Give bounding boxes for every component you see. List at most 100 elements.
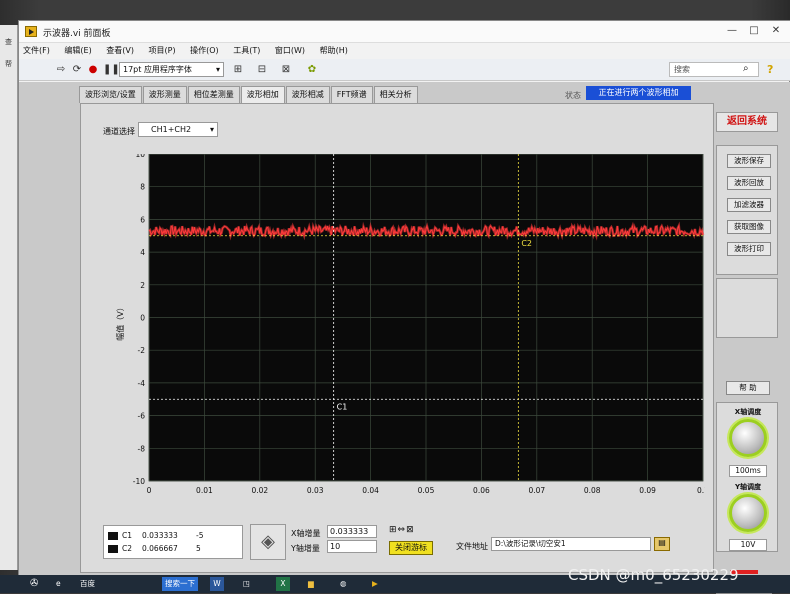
minimize-button[interactable]: —	[725, 25, 739, 37]
menu-edit[interactable]: 编辑(E)	[64, 43, 91, 59]
waveform-chart[interactable]: 幅值（V） 10 8 6 4 2 0 -2 -4 -6 -8 -10 0 0.01 0.02 0.03 0.…	[101, 154, 705, 518]
x-tick-label: 0.01	[196, 486, 213, 495]
x-scale-knob[interactable]	[729, 419, 767, 457]
ie-icon[interactable]: e	[56, 577, 61, 591]
tab-fft[interactable]: FFT频谱	[330, 86, 373, 103]
menu-file[interactable]: 文件(F)	[23, 43, 50, 59]
y-knob-label: Y轴调度	[734, 483, 762, 491]
tab-phase-measure[interactable]: 相位差测量	[187, 86, 240, 103]
tab-correlation[interactable]: 相关分析	[373, 86, 418, 103]
cursor-x: 0.066667	[142, 544, 178, 553]
status-indicator: 正在进行两个波形相加	[586, 86, 691, 100]
cursor-y: -5	[196, 531, 204, 540]
labview-window: 示波器.vi 前面板 — □ ✕ 文件(F) 编辑(E) 查看(V) 项目(P)…	[18, 20, 790, 594]
labview-taskbar-icon[interactable]: ▶	[372, 577, 378, 591]
return-system-button[interactable]: 返回系统	[716, 112, 778, 132]
x-tick-label: 0.04	[362, 486, 379, 495]
add-filter-button[interactable]: 加滤波器	[727, 198, 771, 212]
x-tick-label: 0.08	[584, 486, 601, 495]
watermark: CSDN @m0_65230229	[568, 566, 739, 584]
help-button[interactable]: 帮 助	[726, 381, 770, 395]
x-tick-label: 0.07	[528, 486, 545, 495]
y-scale-knob[interactable]	[729, 494, 767, 532]
playback-waveform-button[interactable]: 波形回放	[727, 176, 771, 190]
x-tick-label: 0	[147, 486, 152, 495]
channel-select[interactable]: CH1+CH2	[138, 122, 218, 137]
labview-app-icon	[25, 26, 37, 37]
x-tick-label: 0.09	[639, 486, 656, 495]
x-tick-label: 0.06	[473, 486, 490, 495]
capture-image-button[interactable]: 获取图像	[727, 220, 771, 234]
background-window-strip: 查 帮	[0, 25, 18, 570]
y-tick-label: 6	[140, 215, 145, 224]
print-waveform-button[interactable]: 波形打印	[727, 242, 771, 256]
search-icon[interactable]: ⌕	[743, 63, 749, 74]
menu-window[interactable]: 窗口(W)	[275, 43, 305, 59]
window-title: 示波器.vi 前面板	[43, 29, 111, 39]
font-selector[interactable]: 17pt 应用程序字体	[119, 62, 224, 77]
run-arrow-icon[interactable]: ⇨	[55, 64, 67, 76]
menu-tools[interactable]: 工具(T)	[233, 43, 260, 59]
file-path-input[interactable]: D:\波形记录\切空安1	[491, 537, 651, 551]
close-button[interactable]: ✕	[769, 25, 783, 37]
y-knob-value[interactable]: 10V	[729, 539, 767, 551]
tab-waveform-measure[interactable]: 波形测量	[142, 86, 187, 103]
close-cursor-button[interactable]: 关闭游标	[389, 541, 433, 555]
x-knob-label: X轴调度	[734, 408, 762, 416]
menu-view[interactable]: 查看(V)	[106, 43, 134, 59]
y-tick-label: -6	[138, 412, 146, 421]
tab-waveform-subtract[interactable]: 波形相减	[285, 86, 330, 103]
y-tick-label: -4	[138, 379, 146, 388]
save-waveform-button[interactable]: 波形保存	[727, 154, 771, 168]
title-bar[interactable]: 示波器.vi 前面板 — □ ✕	[19, 21, 790, 43]
tab-waveform-browse[interactable]: 波形浏览/设置	[79, 86, 142, 103]
x-tick-label: 0.05	[418, 486, 435, 495]
chrome-icon[interactable]: ◍	[340, 577, 347, 591]
menu-operate[interactable]: 操作(O)	[190, 43, 219, 59]
strip-label: 查	[5, 38, 12, 46]
knob-panel: X轴调度 100ms Y轴调度 10V	[716, 402, 778, 552]
x-increment-label: X轴增量	[291, 529, 321, 538]
abort-icon[interactable]: ●	[87, 64, 99, 76]
fan-icon[interactable]: ✇	[30, 577, 38, 591]
cursor-row-c2[interactable]: C2 0.066667 5	[104, 543, 242, 555]
distribute-icon[interactable]: ⊟	[253, 64, 271, 76]
x-tick-label: 0.03	[307, 486, 324, 495]
align-icon[interactable]: ⊞	[229, 64, 247, 76]
menu-help[interactable]: 帮助(H)	[320, 43, 348, 59]
excel-icon[interactable]: X	[276, 577, 290, 591]
cursor-move-control[interactable]: ◈	[250, 524, 286, 560]
x-knob-value[interactable]: 100ms	[729, 465, 767, 477]
status-label: 状态	[565, 91, 581, 100]
reorder-icon[interactable]: ✿	[303, 64, 321, 76]
folder-icon[interactable]: ▆	[308, 577, 314, 591]
taskbar-search-hint[interactable]: 搜索一下	[162, 577, 198, 591]
menu-project[interactable]: 项目(P)	[149, 43, 176, 59]
strip-label: 帮	[5, 60, 12, 68]
x-increment-value[interactable]: 0.033333	[327, 525, 377, 538]
y-tick-label: -2	[138, 346, 146, 355]
file-path-label: 文件地址	[456, 542, 488, 551]
channel-label: 通道选择	[103, 127, 135, 136]
taskbar-search-label[interactable]: 百度	[80, 577, 95, 591]
cursor-row-c1[interactable]: C1 0.033333 -5	[104, 530, 242, 542]
y-axis-label: 幅值（V）	[115, 303, 125, 340]
word-icon[interactable]: W	[210, 577, 224, 591]
pause-icon[interactable]: ❚❚	[103, 64, 120, 76]
y-increment-value[interactable]: 10	[327, 540, 377, 553]
run-continuously-icon[interactable]: ⟳	[71, 64, 83, 76]
cursor-name: C1	[122, 531, 133, 540]
cursor-label: C1	[337, 402, 348, 411]
y-tick-label: 0	[140, 314, 145, 323]
y-tick-label: -8	[138, 444, 146, 453]
cursor-swatch	[108, 545, 118, 553]
resize-icon[interactable]: ⊠	[277, 64, 295, 76]
app-icon[interactable]: ◳	[243, 577, 250, 591]
help-icon[interactable]: ?	[767, 63, 773, 76]
toolbar: ⇨ ⟳ ● ❚❚ 17pt 应用程序字体 ⊞ ⊟ ⊠ ✿ 搜索 ⌕ ?	[19, 59, 790, 81]
folder-browse-icon[interactable]: ▤	[654, 537, 670, 551]
y-ticks: 10 8 6 4 2 0 -2 -4 -6 -8 -10	[133, 154, 145, 486]
y-tick-label: 8	[140, 183, 145, 192]
maximize-button[interactable]: □	[747, 25, 761, 37]
cursor-tool-icons[interactable]: ⊞⇔⊠	[389, 525, 415, 535]
